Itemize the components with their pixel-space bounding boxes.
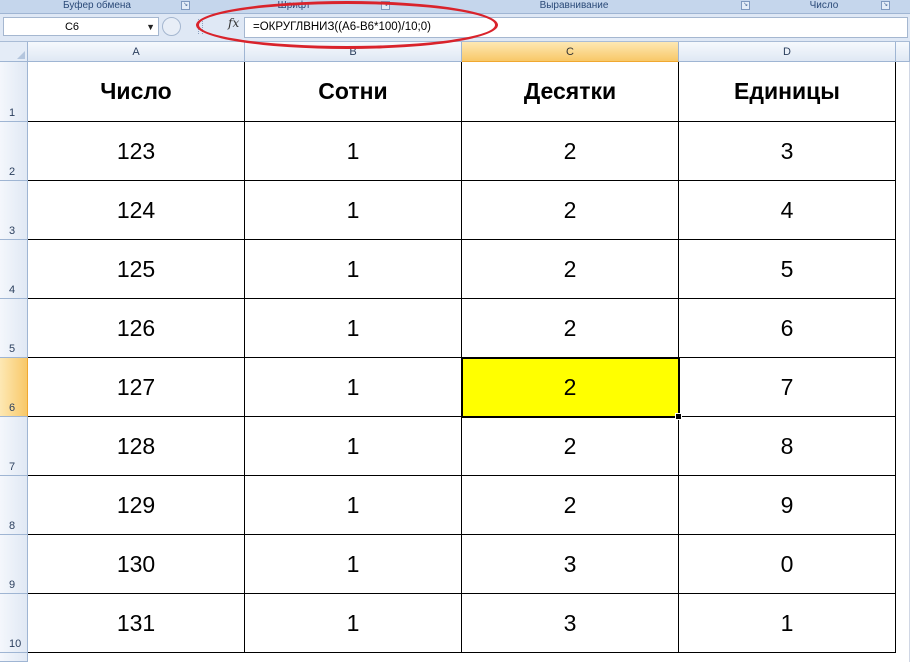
- cell-c1[interactable]: Десятки: [462, 62, 679, 122]
- cell-b2[interactable]: 1: [245, 122, 462, 181]
- cell-b3[interactable]: 1: [245, 181, 462, 240]
- row-header-2[interactable]: 2: [0, 122, 28, 181]
- row-number: 2: [9, 166, 16, 178]
- ribbon-group-clipboard-label: Буфер обмена: [63, 0, 131, 11]
- cell-d8[interactable]: 9: [679, 476, 896, 535]
- dialog-launcher-icon[interactable]: ↘: [181, 1, 190, 10]
- row-header-4[interactable]: 4: [0, 240, 28, 299]
- column-header-d[interactable]: D: [679, 42, 896, 62]
- row-header-1[interactable]: 1: [0, 62, 28, 122]
- cell-d1[interactable]: Единицы: [679, 62, 896, 122]
- cell-d7[interactable]: 8: [679, 417, 896, 476]
- cell-d4[interactable]: 5: [679, 240, 896, 299]
- formula-bar-resize-button[interactable]: [162, 17, 181, 36]
- row-number: 10: [9, 638, 22, 650]
- cell-c2[interactable]: 2: [462, 122, 679, 181]
- row-header-8[interactable]: 8: [0, 476, 28, 535]
- cell-c6[interactable]: 2: [461, 357, 680, 418]
- cell-b1[interactable]: Сотни: [245, 62, 462, 122]
- cell-b4[interactable]: 1: [245, 240, 462, 299]
- select-all-button[interactable]: [0, 42, 28, 62]
- row-header-10[interactable]: 10: [0, 594, 28, 653]
- ribbon-group-number-label: Число: [809, 0, 839, 11]
- cell-a8[interactable]: 129: [28, 476, 245, 535]
- cell-c9[interactable]: 3: [462, 535, 679, 594]
- cell-c5[interactable]: 2: [462, 299, 679, 358]
- cell-b5[interactable]: 1: [245, 299, 462, 358]
- row-header-11[interactable]: [0, 653, 28, 662]
- cell-a2[interactable]: 123: [28, 122, 245, 181]
- row-header-3[interactable]: 3: [0, 181, 28, 240]
- column-header-a[interactable]: A: [28, 42, 245, 62]
- cell-b9[interactable]: 1: [245, 535, 462, 594]
- cell-a3[interactable]: 124: [28, 181, 245, 240]
- name-box-value: C6: [64, 21, 80, 33]
- highlight-ellipse: [196, 1, 498, 49]
- chevron-down-icon[interactable]: ▼: [146, 18, 155, 37]
- cell-c4[interactable]: 2: [462, 240, 679, 299]
- ribbon-group-number: Число ↘: [756, 0, 892, 12]
- ribbon-group-alignment-label: Выравнивание: [539, 0, 609, 11]
- cell-c8[interactable]: 2: [462, 476, 679, 535]
- cell-b10[interactable]: 1: [245, 594, 462, 653]
- cell-a10[interactable]: 131: [28, 594, 245, 653]
- cell-d3[interactable]: 4: [679, 181, 896, 240]
- dialog-launcher-icon[interactable]: ↘: [741, 1, 750, 10]
- cell-b6[interactable]: 1: [245, 358, 462, 417]
- row-header-6[interactable]: 6: [0, 358, 28, 417]
- row-number: 8: [9, 520, 16, 532]
- column-headers: A B C D: [0, 42, 910, 62]
- row-header-5[interactable]: 5: [0, 299, 28, 358]
- cell-b8[interactable]: 1: [245, 476, 462, 535]
- cell-a9[interactable]: 130: [28, 535, 245, 594]
- cell-d6[interactable]: 7: [679, 358, 896, 417]
- row-header-9[interactable]: 9: [0, 535, 28, 594]
- row-number: 6: [9, 402, 16, 414]
- cell-d5[interactable]: 6: [679, 299, 896, 358]
- row-number: 9: [9, 579, 16, 591]
- cell-a4[interactable]: 125: [28, 240, 245, 299]
- cell-a7[interactable]: 128: [28, 417, 245, 476]
- dialog-launcher-icon[interactable]: ↘: [881, 1, 890, 10]
- cell-a1[interactable]: Число: [28, 62, 245, 122]
- cell-b7[interactable]: 1: [245, 417, 462, 476]
- cell-d9[interactable]: 0: [679, 535, 896, 594]
- cell-c7[interactable]: 2: [462, 417, 679, 476]
- cell-c3[interactable]: 2: [462, 181, 679, 240]
- row-header-7[interactable]: 7: [0, 417, 28, 476]
- row-number: 3: [9, 225, 16, 237]
- row-number: 5: [9, 343, 16, 355]
- cell-d10[interactable]: 1: [679, 594, 896, 653]
- ribbon-group-clipboard: Буфер обмена ↘: [2, 0, 192, 12]
- cell-a5[interactable]: 126: [28, 299, 245, 358]
- cell-d2[interactable]: 3: [679, 122, 896, 181]
- cell-a6[interactable]: 127: [28, 358, 245, 417]
- column-header-c[interactable]: C: [462, 42, 679, 62]
- fill-handle[interactable]: [675, 413, 682, 420]
- column-header-e[interactable]: [896, 42, 910, 62]
- row-number: 7: [9, 461, 16, 473]
- row-number: 4: [9, 284, 16, 296]
- row-number: 1: [9, 107, 16, 119]
- cell-c10[interactable]: 3: [462, 594, 679, 653]
- name-box[interactable]: C6 ▼: [3, 17, 159, 36]
